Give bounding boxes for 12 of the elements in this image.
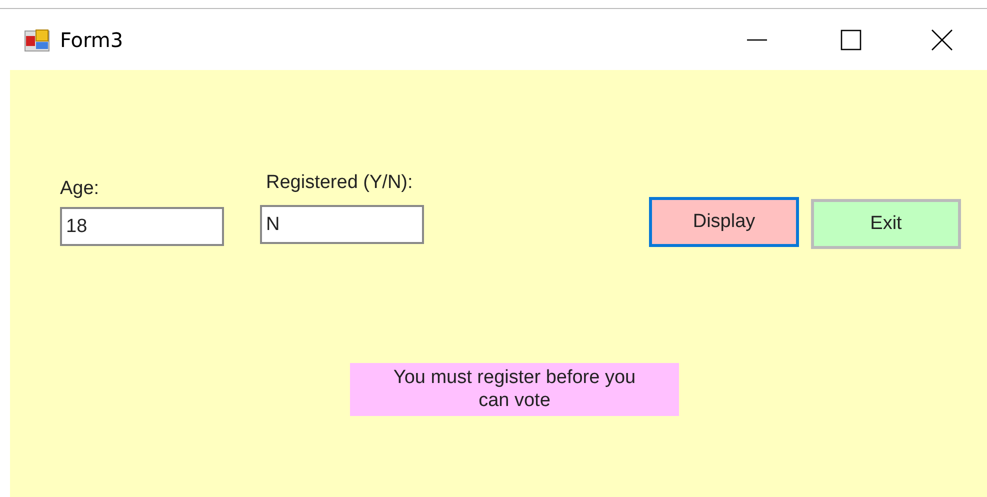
window-title: Form3 xyxy=(60,28,124,52)
app-icon xyxy=(24,28,50,52)
field-label: Registered (Y/N): xyxy=(266,172,413,194)
field-label: Age: xyxy=(60,178,100,200)
text-field[interactable]: N xyxy=(260,205,424,244)
text-field[interactable]: 18 xyxy=(60,207,224,246)
form-button[interactable]: Exit xyxy=(811,199,961,249)
close-icon xyxy=(931,28,953,50)
maximize-icon xyxy=(840,28,862,50)
minimize-icon xyxy=(746,38,768,40)
message-label: You must register before you can vote xyxy=(350,363,679,416)
form-button[interactable]: Display xyxy=(649,197,799,247)
